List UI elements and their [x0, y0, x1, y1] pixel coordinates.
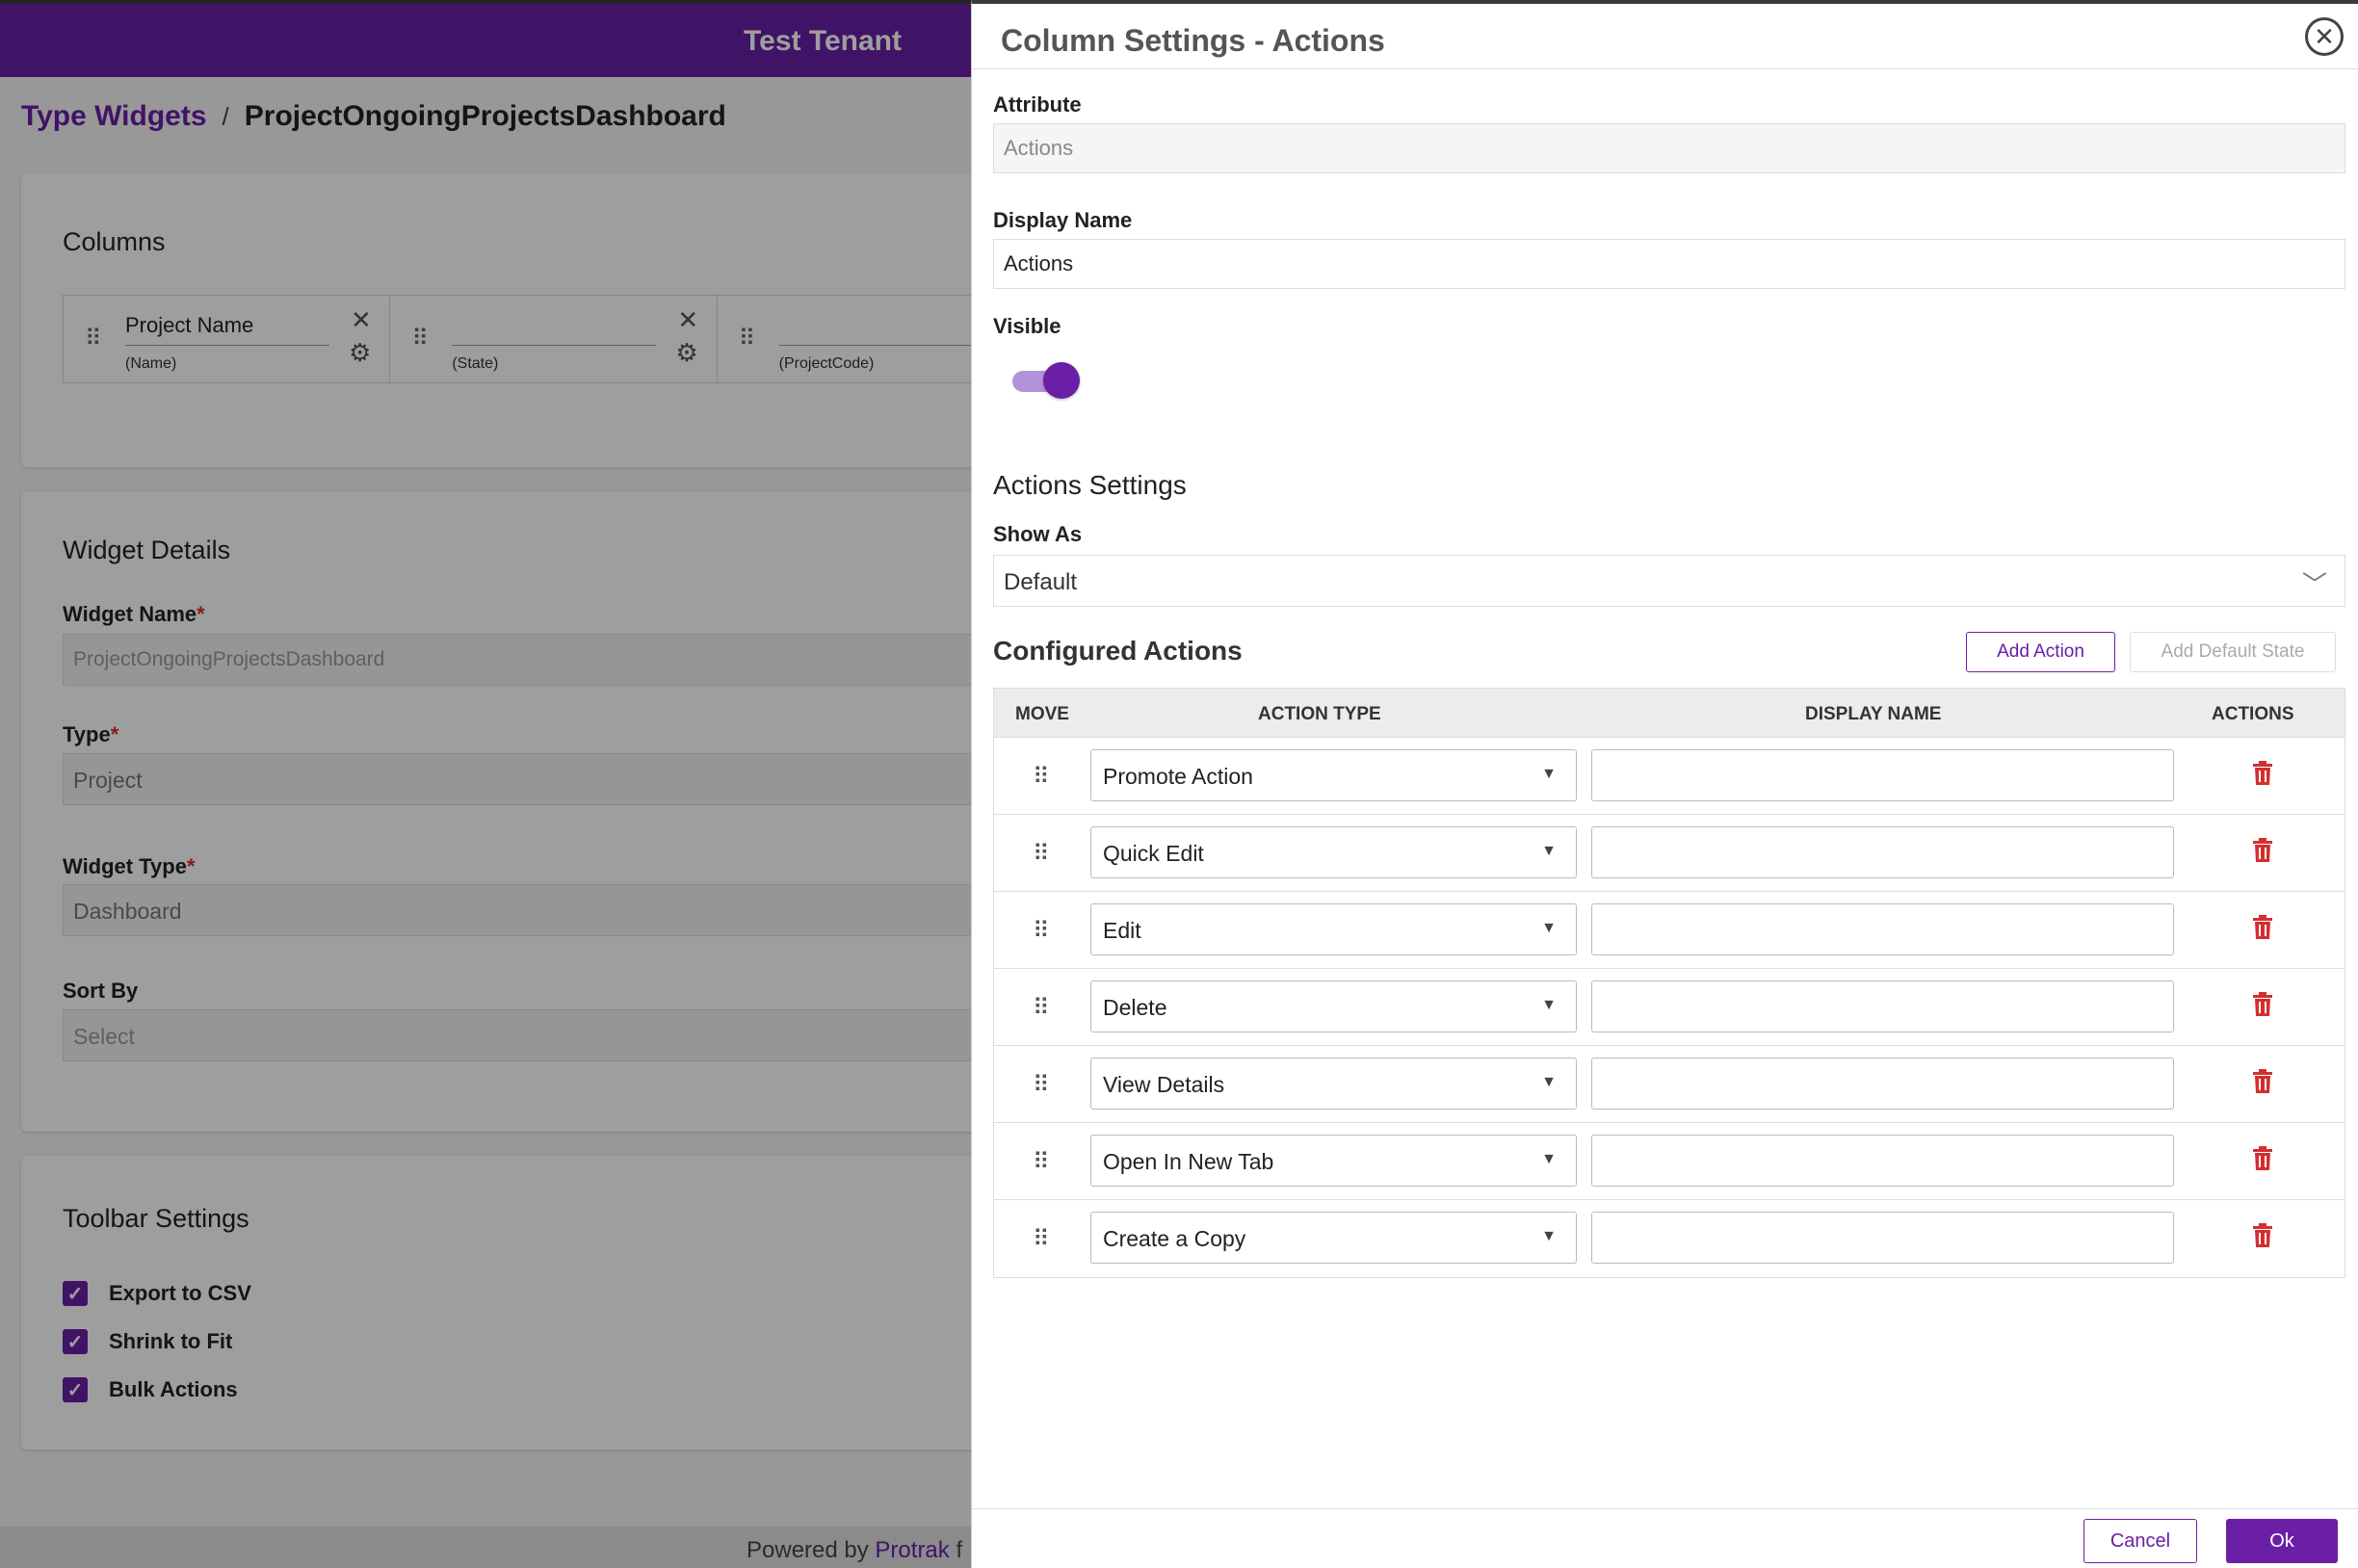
header-action-type: ACTION TYPE [1258, 704, 1381, 724]
panel-footer: Cancel Ok [972, 1508, 2358, 1568]
drag-handle-icon[interactable]: ⠿ [1033, 1148, 1050, 1176]
drag-handle-icon[interactable]: ⠿ [1033, 763, 1050, 791]
action-type-select[interactable]: Create a Copy ▼ [1090, 1212, 1577, 1264]
show-as-value: Default [1004, 569, 1078, 595]
action-type-select[interactable]: Quick Edit ▼ [1090, 826, 1577, 878]
ok-button[interactable]: Ok [2226, 1519, 2338, 1563]
drag-handle-icon[interactable]: ⠿ [1033, 994, 1050, 1022]
action-type-select[interactable]: Open In New Tab ▼ [1090, 1135, 1577, 1187]
display-name-label: Display Name [993, 208, 1133, 232]
action-type-select[interactable]: Promote Action ▼ [1090, 749, 1577, 801]
table-row: ⠿ Create a Copy ▼ [994, 1200, 2345, 1277]
display-name-input[interactable] [993, 239, 2345, 289]
table-row: ⠿ View Details ▼ [994, 1046, 2345, 1123]
visible-toggle[interactable] [1012, 362, 1080, 399]
action-display-name-input[interactable] [1591, 980, 2174, 1032]
table-row: ⠿ Edit ▼ [994, 892, 2345, 969]
caret-down-icon: ▼ [1541, 766, 1557, 782]
trash-icon[interactable] [2252, 1146, 2273, 1171]
table-row: ⠿ Promote Action ▼ [994, 738, 2345, 815]
trash-icon[interactable] [2252, 838, 2273, 863]
attribute-input[interactable] [993, 123, 2345, 173]
configured-actions-table: MOVE ACTION TYPE DISPLAY NAME ACTIONS ⠿ … [993, 688, 2345, 1278]
cancel-button[interactable]: Cancel [2083, 1519, 2197, 1563]
action-display-name-input[interactable] [1591, 826, 2174, 878]
action-display-name-input[interactable] [1591, 1058, 2174, 1110]
header-move: MOVE [1015, 704, 1069, 724]
header-display-name: DISPLAY NAME [1805, 704, 1942, 724]
action-display-name-input[interactable] [1591, 1135, 2174, 1187]
column-settings-panel: Column Settings - Actions ✕ Attribute Di… [971, 0, 2358, 1568]
caret-down-icon: ▼ [1541, 1151, 1557, 1167]
modal-backdrop[interactable] [0, 0, 973, 1568]
caret-down-icon: ▼ [1541, 920, 1557, 936]
action-display-name-input[interactable] [1591, 903, 2174, 955]
table-header: MOVE ACTION TYPE DISPLAY NAME ACTIONS [994, 689, 2345, 738]
drag-handle-icon[interactable]: ⠿ [1033, 917, 1050, 945]
panel-header: Column Settings - Actions ✕ [972, 4, 2358, 69]
trash-icon[interactable] [2252, 992, 2273, 1017]
action-type-select[interactable]: Delete ▼ [1090, 980, 1577, 1032]
action-type-select[interactable]: Edit ▼ [1090, 903, 1577, 955]
add-action-button[interactable]: Add Action [1966, 632, 2115, 672]
table-row: ⠿ Open In New Tab ▼ [994, 1123, 2345, 1200]
drag-handle-icon[interactable]: ⠿ [1033, 1071, 1050, 1099]
caret-down-icon: ▼ [1541, 1074, 1557, 1090]
close-icon[interactable]: ✕ [2305, 17, 2344, 56]
show-as-label: Show As [993, 522, 1083, 546]
add-default-state-button[interactable]: Add Default State [2130, 632, 2336, 672]
actions-settings-title: Actions Settings [993, 470, 1187, 500]
trash-icon[interactable] [2252, 761, 2273, 786]
chevron-down-icon: ﹀ [2301, 570, 2327, 599]
action-display-name-input[interactable] [1591, 749, 2174, 801]
trash-icon[interactable] [2252, 1223, 2273, 1248]
show-as-select[interactable]: Default ﹀ [993, 555, 2345, 607]
drag-handle-icon[interactable]: ⠿ [1033, 1225, 1050, 1253]
drag-handle-icon[interactable]: ⠿ [1033, 840, 1050, 868]
caret-down-icon: ▼ [1541, 997, 1557, 1013]
attribute-label: Attribute [993, 92, 1082, 117]
action-type-select[interactable]: View Details ▼ [1090, 1058, 1577, 1110]
trash-icon[interactable] [2252, 1069, 2273, 1094]
action-display-name-input[interactable] [1591, 1212, 2174, 1264]
configured-actions-title: Configured Actions [993, 636, 1243, 666]
table-row: ⠿ Delete ▼ [994, 969, 2345, 1046]
table-row: ⠿ Quick Edit ▼ [994, 815, 2345, 892]
visible-label: Visible [993, 314, 1061, 338]
header-actions: ACTIONS [2212, 704, 2294, 724]
toggle-knob [1043, 362, 1080, 399]
caret-down-icon: ▼ [1541, 843, 1557, 859]
caret-down-icon: ▼ [1541, 1228, 1557, 1244]
panel-title: Column Settings - Actions [1001, 23, 1385, 58]
trash-icon[interactable] [2252, 915, 2273, 940]
